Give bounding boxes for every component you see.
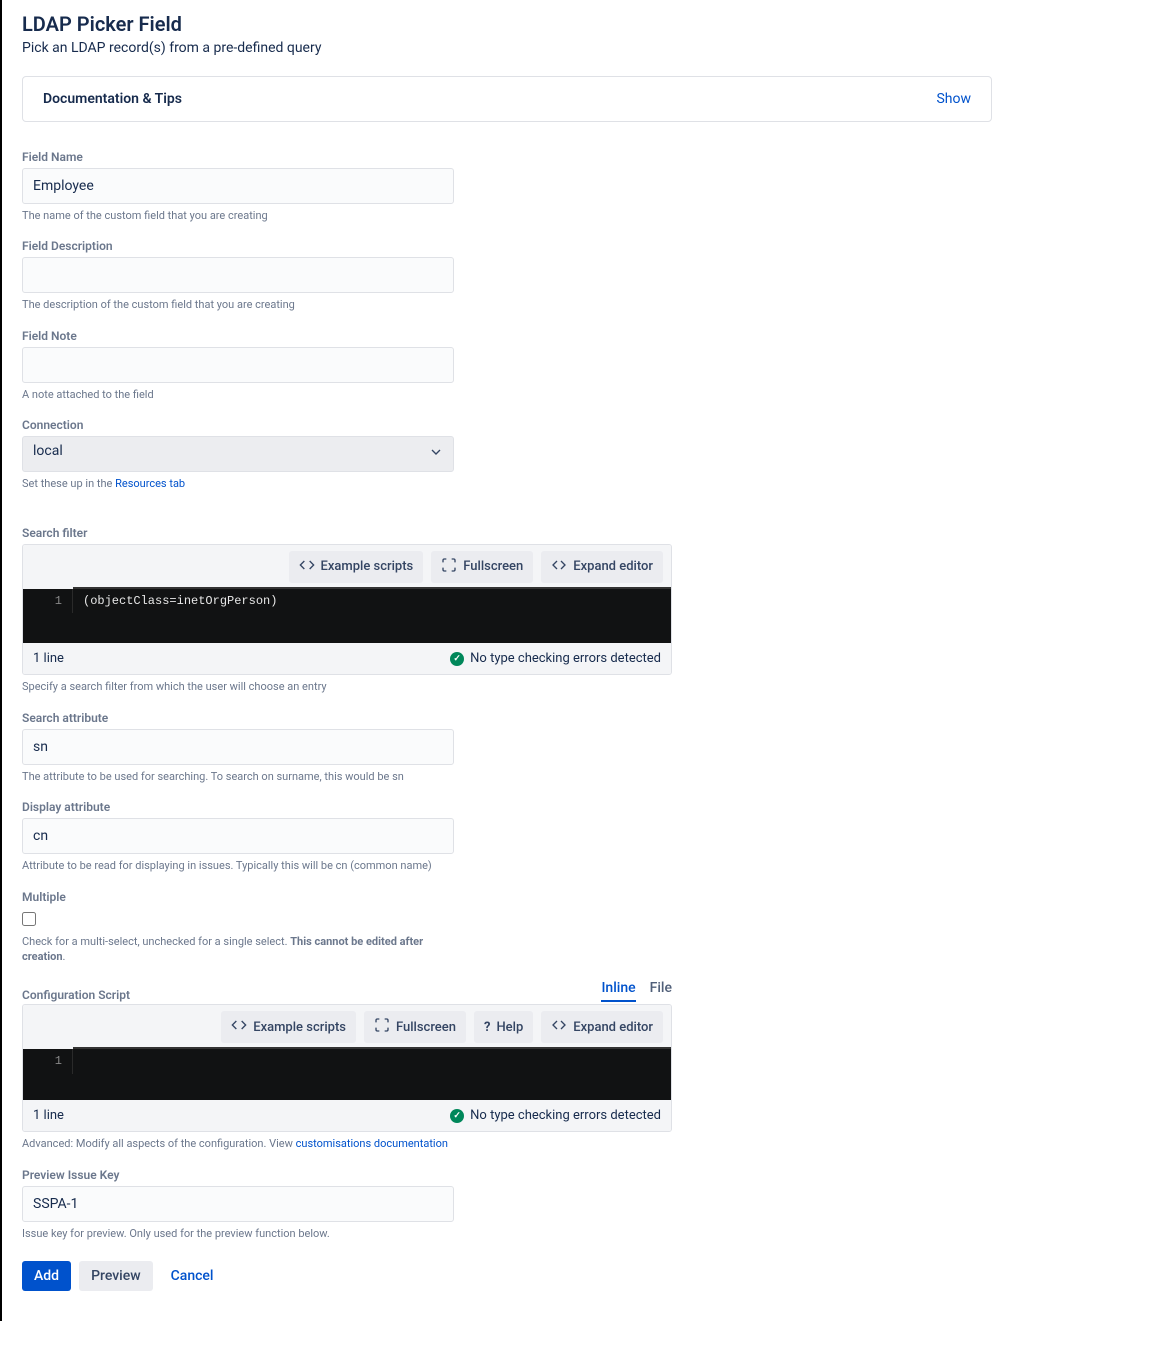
help-icon: ? <box>484 1020 490 1035</box>
line-number: 1 <box>23 1049 73 1074</box>
help-button[interactable]: ? Help <box>474 1011 533 1043</box>
display-attribute-input[interactable] <box>22 818 454 854</box>
search-attribute-help: The attribute to be used for searching. … <box>22 769 454 784</box>
field-name-help: The name of the custom field that you ar… <box>22 208 454 223</box>
example-scripts-button[interactable]: Example scripts <box>289 551 424 583</box>
config-script-help: Advanced: Modify all aspects of the conf… <box>22 1136 672 1151</box>
connection-help: Set these up in the Resources tab <box>22 476 454 491</box>
fullscreen-button[interactable]: Fullscreen <box>431 551 533 583</box>
field-name-input[interactable] <box>22 168 454 204</box>
search-attribute-label: Search attribute <box>22 711 454 725</box>
field-note-input[interactable] <box>22 347 454 383</box>
code-icon <box>299 557 315 577</box>
field-description-input[interactable] <box>22 257 454 293</box>
field-note-help: A note attached to the field <box>22 387 454 402</box>
connection-select[interactable]: local <box>22 436 454 472</box>
config-script-code[interactable]: 1 <box>23 1049 671 1100</box>
type-check-status: No type checking errors detected <box>470 651 661 666</box>
expand-icon <box>551 557 567 577</box>
check-circle-icon: ✓ <box>450 1109 464 1123</box>
search-filter-help: Specify a search filter from which the u… <box>22 679 672 694</box>
display-attribute-help: Attribute to be read for displaying in i… <box>22 858 454 873</box>
documentation-panel: Documentation & Tips Show <box>22 76 992 122</box>
customisations-doc-link[interactable]: customisations documentation <box>296 1137 448 1150</box>
documentation-title: Documentation & Tips <box>43 91 182 107</box>
search-filter-label: Search filter <box>22 526 672 540</box>
search-filter-editor: Example scripts Fullscreen Expand editor… <box>22 544 672 676</box>
add-button[interactable]: Add <box>22 1261 71 1291</box>
fullscreen-icon <box>374 1017 390 1037</box>
multiple-label: Multiple <box>22 890 454 904</box>
field-note-label: Field Note <box>22 329 454 343</box>
preview-key-input[interactable] <box>22 1186 454 1222</box>
expand-editor-button[interactable]: Expand editor <box>541 551 663 583</box>
tab-inline[interactable]: Inline <box>601 980 635 1002</box>
fullscreen-icon <box>441 557 457 577</box>
cancel-button[interactable]: Cancel <box>161 1261 224 1291</box>
fullscreen-button[interactable]: Fullscreen <box>364 1011 466 1043</box>
multiple-checkbox[interactable] <box>22 912 36 926</box>
field-name-label: Field Name <box>22 150 454 164</box>
line-number: 1 <box>23 589 73 614</box>
page-title: LDAP Picker Field <box>22 12 992 36</box>
check-circle-icon: ✓ <box>450 652 464 666</box>
search-attribute-input[interactable] <box>22 729 454 765</box>
config-script-label: Configuration Script <box>22 988 130 1002</box>
preview-key-help: Issue key for preview. Only used for the… <box>22 1226 454 1241</box>
example-scripts-button[interactable]: Example scripts <box>221 1011 356 1043</box>
multiple-help: Check for a multi-select, unchecked for … <box>22 934 454 965</box>
search-filter-code[interactable]: 1 (objectClass=inetOrgPerson) <box>23 589 671 644</box>
field-description-label: Field Description <box>22 239 454 253</box>
line-count: 1 line <box>33 1108 64 1123</box>
preview-button[interactable]: Preview <box>79 1261 153 1291</box>
page-subtitle: Pick an LDAP record(s) from a pre-define… <box>22 40 992 56</box>
expand-icon <box>551 1017 567 1037</box>
connection-label: Connection <box>22 418 454 432</box>
code-content[interactable]: (objectClass=inetOrgPerson) <box>73 587 671 614</box>
resources-tab-link[interactable]: Resources tab <box>115 477 185 490</box>
documentation-toggle[interactable]: Show <box>936 91 971 107</box>
preview-key-label: Preview Issue Key <box>22 1168 454 1182</box>
type-check-status: No type checking errors detected <box>470 1108 661 1123</box>
config-script-tabs: Inline File <box>601 980 672 1002</box>
line-count: 1 line <box>33 651 64 666</box>
display-attribute-label: Display attribute <box>22 800 454 814</box>
code-content[interactable] <box>73 1047 671 1074</box>
expand-editor-button[interactable]: Expand editor <box>541 1011 663 1043</box>
field-description-help: The description of the custom field that… <box>22 297 454 312</box>
tab-file[interactable]: File <box>650 980 672 1002</box>
config-script-editor: Example scripts Fullscreen ? Help Expand… <box>22 1004 672 1132</box>
code-icon <box>231 1017 247 1037</box>
